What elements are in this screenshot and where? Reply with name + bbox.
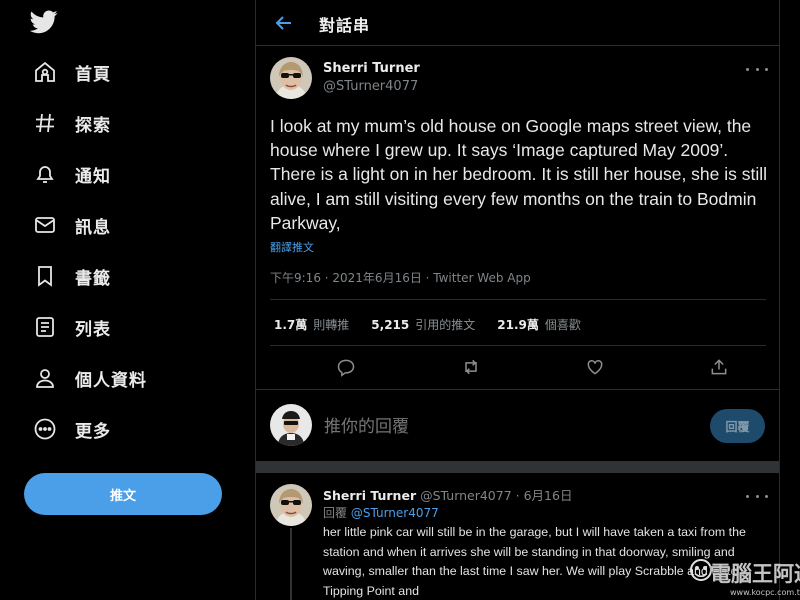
back-arrow-icon[interactable]: [273, 12, 295, 34]
section-separator: [256, 461, 779, 473]
avatar[interactable]: [270, 57, 312, 99]
reply-date[interactable]: · 6月16日: [516, 488, 573, 503]
thread-line: [290, 528, 292, 600]
my-avatar[interactable]: [270, 404, 312, 446]
sidebar-item-notifications[interactable]: 通知: [32, 156, 111, 192]
thread-header: 對話串: [256, 0, 779, 46]
reply-author-handle[interactable]: @STurner4077: [420, 488, 512, 503]
reply-button[interactable]: 回覆: [710, 409, 765, 443]
quote-tweets-stat[interactable]: 5,215 引用的推文: [371, 316, 475, 333]
sidebar: 首頁 探索 通知 訊息 書籤 列表 個人資料 更多 推文: [0, 0, 255, 600]
like-icon[interactable]: [583, 355, 607, 379]
tweet-text: I look at my mum’s old house on Google m…: [270, 116, 768, 233]
reply-text: her little pink car will still be in the…: [323, 525, 746, 598]
sidebar-item-label: 訊息: [75, 217, 111, 238]
reply-icon[interactable]: [334, 355, 358, 379]
bookmark-icon: [32, 263, 58, 289]
replying-to-handle[interactable]: @STurner4077: [351, 506, 439, 520]
more-options-icon[interactable]: [746, 489, 768, 503]
tweet-actions: [270, 355, 766, 381]
sidebar-item-explore[interactable]: 探索: [32, 105, 111, 141]
likes-stat[interactable]: 21.9萬 個喜歡: [497, 316, 581, 333]
sidebar-item-label: 書籤: [75, 268, 111, 289]
mail-icon: [32, 212, 58, 238]
tweet-timestamp[interactable]: 下午9:16 · 2021年6月16日 · Twitter Web App: [270, 269, 531, 286]
share-icon[interactable]: [707, 355, 731, 379]
divider: [270, 345, 766, 346]
retweet-icon[interactable]: [459, 355, 483, 379]
replying-to-label: 回覆: [323, 506, 348, 520]
sidebar-item-profile[interactable]: 個人資料: [32, 360, 147, 396]
stat-label: 引用的推文: [415, 318, 476, 332]
more-options-icon[interactable]: [746, 62, 768, 76]
reply-author-name[interactable]: Sherri Turner: [323, 488, 416, 503]
stat-label: 個喜歡: [544, 318, 581, 332]
stat-value: 1.7萬: [274, 318, 308, 332]
sidebar-item-lists[interactable]: 列表: [32, 309, 111, 345]
stat-value: 21.9萬: [497, 318, 539, 332]
hashtag-icon: [32, 110, 58, 136]
sidebar-item-home[interactable]: 首頁: [32, 54, 111, 90]
sidebar-item-label: 列表: [75, 319, 111, 340]
sidebar-item-label: 探索: [75, 115, 111, 136]
person-icon: [32, 365, 58, 391]
tweet-button[interactable]: 推文: [24, 473, 222, 515]
retweets-stat[interactable]: 1.7萬 則轉推: [274, 316, 349, 333]
stat-value: 5,215: [371, 318, 410, 332]
avatar[interactable]: [270, 484, 312, 526]
sidebar-item-label: 首頁: [75, 64, 111, 85]
reply-author-line: Sherri Turner @STurner4077 · 6月16日: [323, 485, 572, 504]
divider: [256, 389, 779, 390]
translate-tweet-link[interactable]: 翻譯推文: [270, 239, 314, 255]
stat-label: 則轉推: [313, 318, 350, 332]
sidebar-item-label: 通知: [75, 166, 111, 187]
app-window: 首頁 探索 通知 訊息 書籤 列表 個人資料 更多 推文 對話串 Sherri …: [0, 0, 800, 600]
sidebar-item-label: 個人資料: [75, 370, 147, 391]
thread-column: 對話串 Sherri Turner @STurner4077 I look at…: [255, 0, 780, 600]
page-title: 對話串: [319, 16, 371, 35]
list-icon: [32, 314, 58, 340]
author-name[interactable]: Sherri Turner: [323, 61, 420, 76]
home-icon: [32, 59, 58, 85]
author-handle[interactable]: @STurner4077: [323, 79, 418, 94]
reply-input[interactable]: [324, 414, 684, 440]
bell-icon: [32, 161, 58, 187]
tweet-stats: 1.7萬 則轉推 5,215 引用的推文 21.9萬 個喜歡: [274, 316, 603, 333]
sidebar-item-more[interactable]: 更多: [32, 411, 111, 447]
divider: [270, 299, 766, 300]
replying-to: 回覆 @STurner4077: [323, 504, 439, 521]
sidebar-item-label: 更多: [75, 421, 111, 442]
more-circle-icon: [32, 416, 58, 442]
sidebar-item-bookmarks[interactable]: 書籤: [32, 258, 111, 294]
sidebar-item-messages[interactable]: 訊息: [32, 207, 111, 243]
twitter-bird-icon[interactable]: [29, 10, 58, 34]
